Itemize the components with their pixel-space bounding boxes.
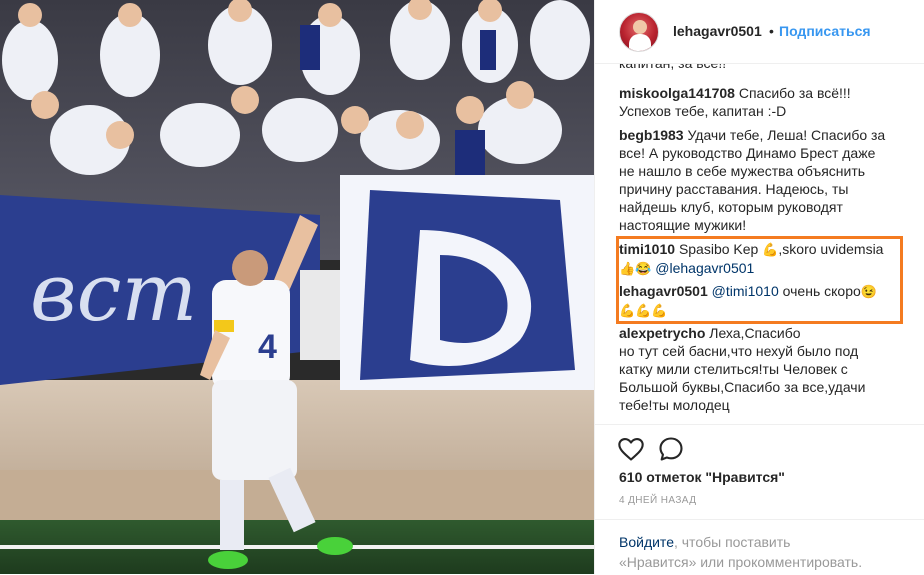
comment-text: настоящие мужики!	[619, 217, 747, 233]
comment-text: Успехов тебе, капитан :-D	[619, 103, 787, 119]
likes-count[interactable]: 610 отметок "Нравится"	[619, 469, 785, 485]
comment-author[interactable]: alexpetrycho	[619, 325, 705, 341]
comment-item: alexpetrycho Леха,Спасибо но тут сей бас…	[619, 324, 909, 414]
svg-text:вст: вст	[30, 246, 197, 339]
header-separator: •	[769, 23, 774, 39]
post-sidebar: lehagavr0501 • Подписаться капитан, за в…	[594, 0, 924, 574]
comment-text: ,skoro uvidemsia	[778, 241, 884, 257]
comment-item: timi1010 Spasibo Kep 💪,skoro uvidemsia 👍…	[619, 240, 909, 278]
follow-button[interactable]: Подписаться	[779, 23, 871, 39]
comment-author[interactable]: miskoolga141708	[619, 85, 735, 101]
comments-list[interactable]: капитан, за всё!! miskoolga141708 Спасиб…	[595, 64, 924, 424]
login-text-part: , чтобы поставить	[673, 534, 791, 550]
comment-text: все! А руководство Динамо Брест даже	[619, 145, 876, 161]
comment-text: катку мили стелиться!ты Человек с	[619, 361, 848, 377]
comment-author[interactable]: timi1010	[619, 241, 675, 257]
heart-icon[interactable]	[617, 435, 645, 463]
comment-text: Леха,Спасибо	[709, 325, 801, 341]
comment-text: Большой буквы,Спасибо за все,удачи	[619, 379, 866, 395]
instagram-post: вст 4 lehagavr0501 • Подписаться miskool…	[0, 0, 924, 574]
post-photo[interactable]: вст 4	[0, 0, 594, 574]
comment-text: найдешь клуб, которым руководят	[619, 199, 843, 215]
comment-text: Спасибо за всё!!!	[738, 85, 851, 101]
comment-text: очень скоро	[782, 283, 861, 299]
post-timestamp[interactable]: 4 ДНЕЙ НАЗАД	[619, 495, 696, 506]
comment-author[interactable]: begb1983	[619, 127, 684, 143]
flexed-biceps-emoji: 💪💪💪	[619, 303, 668, 318]
cut-off-comment-text: капитан, за всё!!	[619, 64, 726, 72]
comment-text: но тут сей басни,что нехуй было под	[619, 343, 859, 359]
login-link[interactable]: Войдите	[619, 534, 674, 550]
comment-icon[interactable]	[657, 435, 685, 463]
comment-text: Удачи тебе, Леша! Спасибо за	[687, 127, 886, 143]
comment-mention[interactable]: @timi1010	[712, 283, 779, 299]
post-actions: 610 отметок "Нравится" 4 ДНЕЙ НАЗАД Войд…	[595, 424, 924, 574]
comment-author[interactable]: lehagavr0501	[619, 283, 708, 299]
comment-text: причину расставания. Надеюсь, ты	[619, 181, 849, 197]
login-prompt: Войдите, чтобы поставить «Нравится» или …	[595, 519, 924, 575]
svg-text:4: 4	[258, 328, 277, 366]
comment-text: тебе!ты молодец	[619, 397, 730, 413]
avatar[interactable]	[619, 12, 659, 52]
comment-item: begb1983 Удачи тебе, Леша! Спасибо за вс…	[619, 126, 909, 234]
photo-illustration: вст 4	[0, 0, 594, 574]
comment-item: miskoolga141708 Спасибо за всё!!! Успехо…	[619, 84, 909, 120]
flexed-biceps-emoji: 💪	[762, 242, 779, 257]
comment-item: lehagavr0501 @timi1010 очень скоро😉 💪💪💪	[619, 282, 909, 320]
comment-text: не нашло в себе мужества объяснить	[619, 163, 866, 179]
thumbs-up-laugh-emoji: 👍😂	[619, 261, 652, 276]
login-text: Войдите, чтобы поставить «Нравится» или …	[619, 532, 919, 572]
comment-mention[interactable]: @lehagavr0501	[655, 260, 754, 276]
login-text-part: «Нравится» или прокомментировать.	[619, 554, 863, 570]
comment-text: Spasibo Kep	[678, 241, 759, 257]
post-header: lehagavr0501 • Подписаться	[595, 0, 924, 64]
wink-emoji: 😉	[860, 284, 877, 299]
header-username[interactable]: lehagavr0501	[673, 23, 762, 39]
